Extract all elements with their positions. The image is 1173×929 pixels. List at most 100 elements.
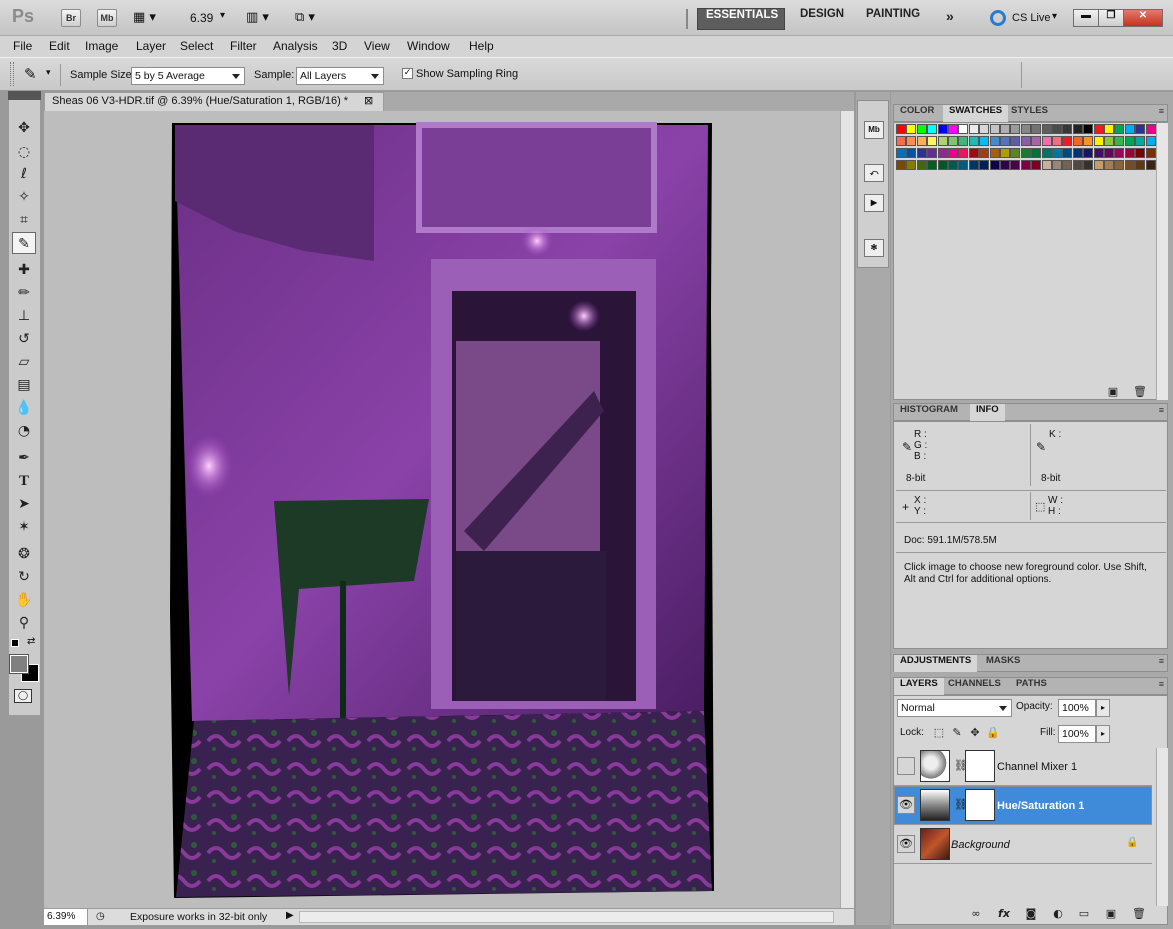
color-swatch[interactable] <box>1010 124 1021 134</box>
new-swatch-icon[interactable]: ▣ <box>1105 384 1121 400</box>
color-swatch[interactable] <box>1031 136 1042 146</box>
bridge-button[interactable]: Br <box>61 9 81 27</box>
color-swatch[interactable] <box>1093 160 1104 170</box>
color-swatch[interactable] <box>1020 160 1031 170</box>
color-swatch[interactable] <box>896 124 906 134</box>
crop-tool-icon[interactable]: ⌗ <box>12 209 36 231</box>
visibility-toggle-icon[interactable]: 👁 <box>897 835 915 853</box>
color-swatch[interactable] <box>1052 124 1062 134</box>
color-swatch[interactable] <box>1041 148 1052 158</box>
workspace-design[interactable]: DESIGN <box>792 8 852 30</box>
color-swatch[interactable] <box>1000 124 1010 134</box>
vertical-scrollbar[interactable] <box>840 111 854 908</box>
menu-3d[interactable]: 3D <box>332 39 347 53</box>
color-swatch[interactable] <box>937 136 948 146</box>
document-tab[interactable]: Sheas 06 V3-HDR.tif @ 6.39% (Hue/Saturat… <box>44 92 384 111</box>
color-swatch[interactable] <box>948 160 958 170</box>
type-tool-icon[interactable]: T <box>12 470 36 492</box>
panel-menu-icon[interactable]: ≡ <box>1159 679 1164 689</box>
color-swatch[interactable] <box>1104 148 1114 158</box>
3d-rotate-tool-icon[interactable]: ❂ <box>12 543 36 565</box>
show-sampling-ring-checkbox[interactable]: ✓ <box>402 68 413 79</box>
color-swatch[interactable] <box>1052 160 1062 170</box>
zoom-tool-icon[interactable]: ⚲ <box>12 612 36 634</box>
actions-panel-icon[interactable]: ▶ <box>864 194 884 212</box>
color-swatch[interactable] <box>1020 124 1031 134</box>
opacity-slider-arrow-icon[interactable]: ▸ <box>1096 699 1110 717</box>
color-swatch[interactable] <box>1135 148 1146 158</box>
color-swatch[interactable] <box>1000 160 1010 170</box>
3d-orbit-tool-icon[interactable]: ↻ <box>12 566 36 588</box>
cs-live-dropdown-icon[interactable]: ▾ <box>1052 11 1057 22</box>
panel-menu-icon[interactable]: ≡ <box>1159 405 1164 415</box>
blur-tool-icon[interactable]: 💧 <box>12 397 36 419</box>
color-swatch[interactable] <box>906 148 917 158</box>
color-swatch[interactable] <box>1052 136 1062 146</box>
minimize-button[interactable]: ▬ <box>1073 9 1099 27</box>
menu-edit[interactable]: Edit <box>49 39 70 53</box>
quick-mask-icon[interactable]: ◯ <box>14 689 32 703</box>
color-swatch[interactable] <box>1114 160 1125 170</box>
color-swatch[interactable] <box>958 136 969 146</box>
tab-swatches[interactable]: SWATCHES <box>943 105 1009 122</box>
color-swatch[interactable] <box>1010 136 1021 146</box>
color-swatch[interactable] <box>1062 136 1073 146</box>
screen-mode-icon[interactable]: ⧉ ▾ <box>295 10 315 25</box>
mask-icon[interactable]: ◙ <box>1023 906 1039 922</box>
color-swatch[interactable] <box>1124 148 1135 158</box>
color-swatch[interactable] <box>937 160 948 170</box>
dodge-tool-icon[interactable]: ◔ <box>12 420 36 442</box>
color-swatch[interactable] <box>896 160 906 170</box>
gradient-tool-icon[interactable]: ▤ <box>12 374 36 396</box>
arrange-documents-icon[interactable]: ▥ ▾ <box>246 10 269 25</box>
zoom-status-field[interactable]: 6.39% <box>44 909 88 925</box>
color-swatch[interactable] <box>979 124 990 134</box>
color-swatch[interactable] <box>927 136 938 146</box>
lock-transparency-icon[interactable]: ⬚ <box>931 725 947 741</box>
menu-analysis[interactable]: Analysis <box>273 39 318 53</box>
path-selection-tool-icon[interactable]: ➤ <box>12 493 36 515</box>
tab-adjustments[interactable]: ADJUSTMENTS <box>894 655 978 672</box>
shape-tool-icon[interactable]: ✶ <box>12 516 36 538</box>
cs-live-icon[interactable] <box>990 10 1006 26</box>
color-swatch[interactable] <box>927 160 938 170</box>
color-swatch[interactable] <box>958 124 969 134</box>
tab-channels[interactable]: CHANNELS <box>942 678 1007 695</box>
navigator-panel-icon[interactable]: ✻ <box>864 239 884 257</box>
swap-colors-icon[interactable]: ⇄ <box>27 636 35 647</box>
color-swatch[interactable] <box>1114 136 1125 146</box>
layer-name[interactable]: Hue/Saturation 1 <box>997 800 1084 812</box>
color-swatch[interactable] <box>1031 124 1042 134</box>
color-swatch[interactable] <box>916 124 927 134</box>
color-swatch[interactable] <box>1041 160 1052 170</box>
color-swatch[interactable] <box>906 160 917 170</box>
color-swatch[interactable] <box>1104 124 1114 134</box>
color-swatch[interactable] <box>989 136 1000 146</box>
zoom-level[interactable]: 6.39 <box>190 11 213 25</box>
status-menu-arrow-icon[interactable]: ▶ <box>286 910 294 921</box>
menu-view[interactable]: View <box>364 39 390 53</box>
close-document-icon[interactable]: ⊠ <box>364 95 376 107</box>
color-swatch[interactable] <box>927 148 938 158</box>
color-swatch[interactable] <box>1000 148 1010 158</box>
lock-position-icon[interactable]: ✥ <box>967 725 983 741</box>
layer-name[interactable]: Background <box>951 839 1010 851</box>
menu-file[interactable]: File <box>13 39 32 53</box>
color-swatch[interactable] <box>927 124 938 134</box>
marquee-tool-icon[interactable]: ◌ <box>12 141 36 163</box>
color-swatch[interactable] <box>1114 148 1125 158</box>
mini-bridge-panel-icon[interactable]: Mb <box>864 121 884 139</box>
link-icon[interactable]: ∞ <box>968 906 984 922</box>
color-swatch[interactable] <box>979 160 990 170</box>
color-swatch[interactable] <box>1135 160 1146 170</box>
color-swatch[interactable] <box>1083 160 1094 170</box>
fx-icon[interactable]: fx <box>996 906 1012 922</box>
color-swatch[interactable] <box>968 136 979 146</box>
restore-button[interactable]: ❐ <box>1098 9 1124 27</box>
layers-scrollbar[interactable] <box>1156 748 1168 906</box>
more-workspaces-icon[interactable]: » <box>938 8 962 30</box>
adjustment-icon[interactable]: ◐ <box>1050 906 1066 922</box>
color-swatch[interactable] <box>896 136 906 146</box>
color-swatch[interactable] <box>1114 124 1125 134</box>
menu-window[interactable]: Window <box>407 39 450 53</box>
